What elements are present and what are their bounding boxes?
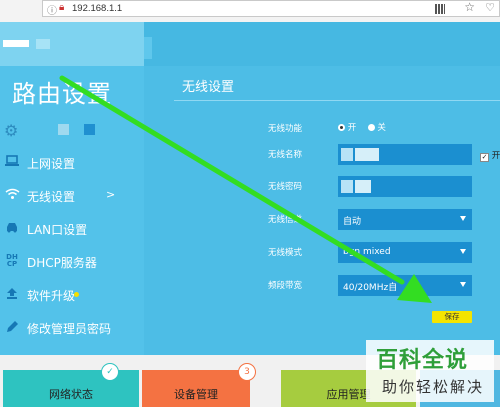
wireless-mode-row: 无线模式 bgn mixed [144,242,500,264]
wireless-mode-select[interactable]: bgn mixed [338,242,472,263]
channel-bandwidth-row: 频段带宽 40/20MHz自 [144,275,500,297]
wireless-password-row: 无线密码 [144,176,500,198]
status-indicator [84,124,95,135]
upload-icon [4,287,20,303]
form-label: 频段带宽 [267,281,302,291]
insecure-lock-icon[interactable]: 🔒︎ [59,2,64,13]
sidebar-item-lan-settings[interactable]: LAN口设置 [0,214,144,246]
url-text[interactable]: 192.168.1.1 [72,3,122,14]
main-content: 无线设置 无线功能 开 关 无线名称 ✓ 开 无线密码 无线信道 自动 无线模式… [144,22,500,355]
radio-off-label: 关 [377,123,386,133]
heart-icon[interactable]: ♡ [485,1,495,14]
content-header-block [144,37,152,59]
form-label: 无线密码 [267,182,302,192]
sidebar-item-label: LAN口设置 [27,223,88,237]
redacted-text [341,148,353,161]
divider [174,100,500,101]
gear-icon[interactable]: ⚙ [4,121,18,140]
update-dot [74,292,79,297]
sidebar-item-label: 软件升级 [27,289,76,303]
hide-ssid-checkbox-wrap: ✓ 开 [480,149,500,162]
save-button[interactable]: 保存 [432,311,472,323]
check-badge: ✓ [101,363,119,381]
chevron-down-icon [460,249,466,254]
section-title: 无线设置 [182,80,235,95]
tile-device-management[interactable]: 设备管理 [142,370,250,407]
redacted-text [355,148,379,161]
watermark-title: 百科全说 [376,348,469,373]
info-icon[interactable]: ⓘ [47,2,57,17]
wireless-function-row: 无线功能 开 关 [144,118,500,140]
sidebar-item-wireless-settings[interactable]: 无线设置 > [0,181,144,213]
chevron-right-icon: > [106,188,116,201]
star-icon[interactable]: ☆ [464,0,475,14]
sidebar-title: 路由设置 [12,80,112,108]
tile-label: 网络状态 [49,388,93,401]
sidebar-header [0,22,144,66]
sidebar-item-dhcp-server[interactable]: DH CP DHCP服务器 [0,247,144,279]
status-indicator [58,124,69,135]
channel-bandwidth-select[interactable]: 40/20MHz自 [338,275,472,296]
address-bar[interactable]: ⓘ 🔒︎ 192.168.1.1 ☆ ♡ [42,0,500,17]
router-admin-app: 路由设置 ⚙ 上网设置 无线设置 > LAN口设置 DH CP DHCP服务器 [0,22,500,355]
qr-code-icon[interactable] [435,4,445,14]
radio-on-label: 开 [347,123,357,133]
selected-value: bgn mixed [343,247,391,257]
wireless-channel-select[interactable]: 自动 [338,209,472,230]
sidebar-item-label: 无线设置 [27,190,76,204]
wireless-channel-row: 无线信道 自动 [144,209,500,231]
tile-label: 设备管理 [174,388,218,401]
form-label: 无线功能 [267,124,302,134]
sidebar-item-internet-settings[interactable]: 上网设置 [0,148,144,180]
checkbox[interactable]: ✓ [480,153,489,162]
sidebar-item-label: DHCP服务器 [27,256,97,270]
count-badge: 3 [238,363,256,381]
pencil-icon [4,320,20,336]
radio-off[interactable] [367,124,375,131]
chevron-down-icon [460,216,466,221]
logo-mark [36,39,50,49]
redacted-text [355,180,371,193]
logo [3,40,29,47]
checkbox-label: 开 [491,151,500,161]
form-label: 无线名称 [267,150,302,160]
wireless-password-input[interactable] [338,176,472,197]
selected-value: 自动 [343,217,362,227]
selected-value: 40/20MHz自 [343,283,398,293]
computer-icon [4,155,20,171]
wireless-name-row: 无线名称 ✓ 开 [144,144,500,166]
car-icon [4,221,20,237]
wireless-toggle: 开 关 [338,121,386,133]
sidebar-item-software-upgrade[interactable]: 软件升级 [0,280,144,312]
browser-toolbar: ⓘ 🔒︎ 192.168.1.1 ☆ ♡ [0,0,500,22]
sidebar: 路由设置 ⚙ 上网设置 无线设置 > LAN口设置 DH CP DHCP服务器 [0,22,144,355]
sidebar-item-label: 修改管理员密码 [27,322,112,336]
content-header [144,22,500,66]
sidebar-item-change-admin-password[interactable]: 修改管理员密码 [0,313,144,345]
tile-network-status[interactable]: 网络状态 [3,370,139,407]
radio-on[interactable] [338,124,345,131]
dhcp-icon: DH CP [6,253,18,268]
form-label: 无线模式 [267,248,302,258]
wifi-icon [4,188,20,204]
wireless-name-input[interactable] [338,144,472,165]
form-label: 无线信道 [267,215,302,225]
watermark-subtitle: 助你轻松解决 [382,378,485,396]
watermark: 百科全说 助你轻松解决 [366,340,494,402]
redacted-text [341,180,353,193]
sidebar-item-label: 上网设置 [27,157,76,171]
chevron-down-icon [460,282,466,287]
